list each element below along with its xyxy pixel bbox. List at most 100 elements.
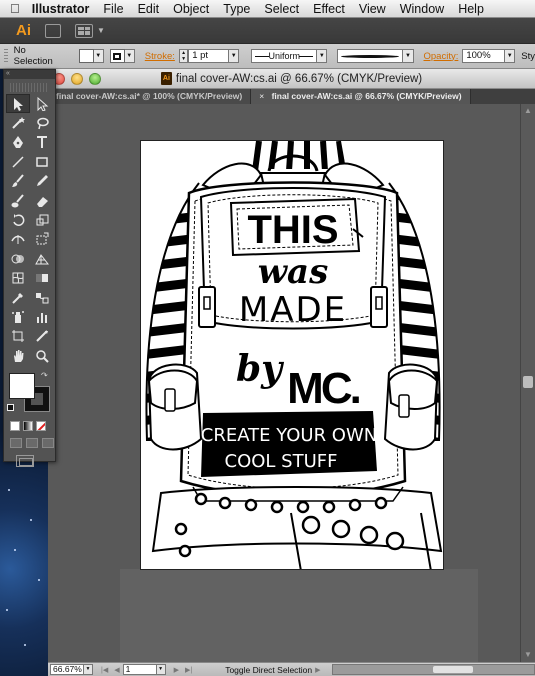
collapse-panel-icon[interactable]: « <box>4 70 55 79</box>
opacity-label-link[interactable]: Opacity: <box>424 51 459 62</box>
perspective-grid-tool-button[interactable] <box>30 249 54 268</box>
zoom-window-button[interactable] <box>89 73 101 85</box>
menu-type[interactable]: Type <box>223 2 250 16</box>
panel-grip-icon[interactable] <box>10 83 49 92</box>
rectangle-tool-button[interactable] <box>30 152 54 171</box>
menu-object[interactable]: Object <box>173 2 209 16</box>
line-segment-tool-button[interactable] <box>6 152 30 171</box>
scroll-up-icon[interactable]: ▲ <box>521 104 535 118</box>
none-mode-icon[interactable] <box>36 421 46 432</box>
apple-logo-icon[interactable]:  <box>10 1 20 16</box>
pencil-tool-button[interactable] <box>30 172 54 191</box>
stroke-dropdown-icon[interactable]: ▼ <box>124 49 135 63</box>
tab-document-66[interactable]: × final cover-AW:cs.ai @ 66.67% (CMYK/Pr… <box>251 89 471 104</box>
blob-brush-tool-button[interactable] <box>6 191 30 210</box>
brush-dropdown-icon[interactable]: ▼ <box>403 49 414 63</box>
selection-tool-button[interactable] <box>6 94 30 114</box>
opacity-field[interactable]: 100% <box>462 49 506 63</box>
menu-illustrator[interactable]: Illustrator <box>32 2 90 16</box>
symbol-sprayer-tool-button[interactable] <box>6 307 30 326</box>
banner-line-1: CREATE YOUR OWN <box>201 425 377 446</box>
color-mode-icon[interactable] <box>10 421 20 432</box>
mesh-tool-button[interactable] <box>6 269 30 288</box>
next-artboard-icon[interactable]: ▶ <box>174 666 179 674</box>
canvas-area[interactable]: THIS was MADE by MC. CREATE YOUR OWN COO… <box>48 104 520 662</box>
first-artboard-icon[interactable]: |◀ <box>101 666 108 674</box>
artboard[interactable]: THIS was MADE by MC. CREATE YOUR OWN COO… <box>140 140 444 570</box>
artboard-number-field[interactable]: 1 <box>122 664 157 675</box>
direct-selection-tool-button[interactable] <box>30 94 54 113</box>
chevron-down-icon[interactable]: ▼ <box>97 26 105 35</box>
gradient-mode-icon[interactable] <box>23 421 33 432</box>
type-tool-button[interactable] <box>30 133 54 152</box>
swap-fill-stroke-icon[interactable]: ↷ <box>41 371 48 380</box>
menu-select[interactable]: Select <box>264 2 299 16</box>
horizontal-scrollbar[interactable] <box>331 664 535 675</box>
gradient-tool-button[interactable] <box>30 269 54 288</box>
shape-builder-tool-button[interactable] <box>6 249 30 268</box>
width-tool-button[interactable] <box>6 230 30 249</box>
tab-document-100[interactable]: final cover-AW:cs.ai* @ 100% (CMYK/Previ… <box>48 89 252 104</box>
previous-artboard-icon[interactable]: ◀ <box>114 666 119 674</box>
hand-tool-button[interactable] <box>6 346 30 365</box>
rotate-tool-button[interactable] <box>6 210 30 229</box>
status-menu-icon[interactable]: ▶ <box>315 666 320 674</box>
document-titlebar[interactable]: Ai final cover-AW:cs.ai @ 66.67% (CMYK/P… <box>48 69 535 89</box>
artboard-tool-button[interactable] <box>6 327 30 346</box>
blend-tool-button[interactable] <box>30 288 54 307</box>
scroll-thumb[interactable] <box>523 376 533 388</box>
paintbrush-tool-button[interactable] <box>6 172 30 191</box>
fill-dropdown-icon[interactable]: ▼ <box>93 49 104 63</box>
draw-behind-icon[interactable] <box>26 438 38 449</box>
zoom-level-field[interactable]: 66.67% <box>50 664 84 675</box>
brush-definition-select[interactable] <box>337 49 404 63</box>
minimize-window-button[interactable] <box>71 73 83 85</box>
fill-color-swatch[interactable] <box>9 373 35 400</box>
artboard-dropdown-icon[interactable]: ▼ <box>156 664 166 675</box>
lasso-tool-button[interactable] <box>30 113 54 132</box>
slice-tool-button[interactable] <box>30 327 54 346</box>
tool-grid <box>4 94 55 365</box>
draw-normal-icon[interactable] <box>10 438 22 449</box>
close-icon[interactable]: × <box>259 91 264 101</box>
pen-tool-button[interactable] <box>6 133 30 152</box>
menu-edit[interactable]: Edit <box>138 2 160 16</box>
style-label[interactable]: Sty <box>521 51 535 62</box>
menu-view[interactable]: View <box>359 2 386 16</box>
profile-dropdown-icon[interactable]: ▼ <box>317 49 328 63</box>
eraser-tool-icon <box>37 196 48 207</box>
zoom-tool-button[interactable] <box>30 346 54 365</box>
menu-effect[interactable]: Effect <box>313 2 345 16</box>
eyedropper-tool-button[interactable] <box>6 288 30 307</box>
scroll-thumb[interactable] <box>432 666 473 673</box>
bridge-icon[interactable] <box>45 23 61 38</box>
stroke-label-link[interactable]: Stroke: <box>145 51 175 62</box>
menu-help[interactable]: Help <box>458 2 484 16</box>
status-message[interactable]: Toggle Direct Selection <box>225 665 312 675</box>
free-transform-tool-button[interactable] <box>30 230 54 249</box>
stroke-weight-field[interactable]: 1 pt <box>188 49 230 63</box>
last-artboard-icon[interactable]: ▶| <box>185 666 192 674</box>
menu-window[interactable]: Window <box>400 2 444 16</box>
arrange-documents-icon[interactable] <box>75 23 93 38</box>
panel-grip-icon[interactable] <box>4 49 8 63</box>
control-panel: No Selection ▼ ▼ Stroke: ▲ ▼ 1 pt ▼ Unifo… <box>0 44 535 69</box>
fill-swatch[interactable] <box>78 49 94 63</box>
default-fill-stroke-icon[interactable] <box>7 404 14 412</box>
vertical-scrollbar[interactable]: ▲ ▼ <box>520 104 535 662</box>
scale-tool-button[interactable] <box>30 210 54 229</box>
magic-wand-tool-button[interactable] <box>6 113 30 132</box>
zoom-dropdown-icon[interactable]: ▼ <box>84 664 93 675</box>
menu-file[interactable]: File <box>103 2 123 16</box>
scroll-down-icon[interactable]: ▼ <box>521 648 535 662</box>
backpack-illustration: THIS was MADE by MC. CREATE YOUR OWN COO… <box>145 141 443 569</box>
eraser-tool-button[interactable] <box>30 191 54 210</box>
opacity-dropdown-icon[interactable]: ▼ <box>505 49 516 63</box>
screen-mode-icon[interactable] <box>16 455 34 468</box>
variable-width-profile-select[interactable]: Uniform <box>251 49 318 63</box>
stroke-weight-dropdown-icon[interactable]: ▼ <box>229 49 240 63</box>
stroke-swatch[interactable] <box>109 49 125 63</box>
column-graph-tool-button[interactable] <box>30 307 54 326</box>
stroke-weight-stepper[interactable]: ▲ ▼ <box>178 49 189 63</box>
draw-inside-icon[interactable] <box>42 438 54 449</box>
